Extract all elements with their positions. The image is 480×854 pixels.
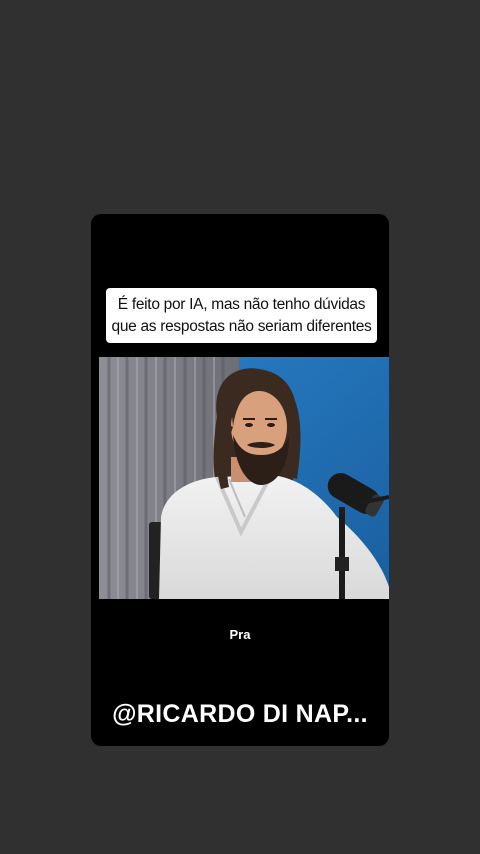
story-viewer: É feito por IA, mas não tenho dúvidas qu… [0, 0, 480, 854]
story-card[interactable]: É feito por IA, mas não tenho dúvidas qu… [91, 214, 389, 746]
video-frame[interactable] [99, 357, 389, 599]
video-subtitle: Pra [229, 627, 251, 642]
creator-handle[interactable]: @RICARDO DI NAP... [91, 700, 389, 729]
caption-line-1: É feito por IA, mas não tenho dúvidas [117, 295, 366, 313]
caption-line-2: que as respostas não seriam diferentes [111, 317, 372, 335]
caption-box: É feito por IA, mas não tenho dúvidas qu… [106, 288, 377, 343]
video-still-image [99, 357, 389, 599]
